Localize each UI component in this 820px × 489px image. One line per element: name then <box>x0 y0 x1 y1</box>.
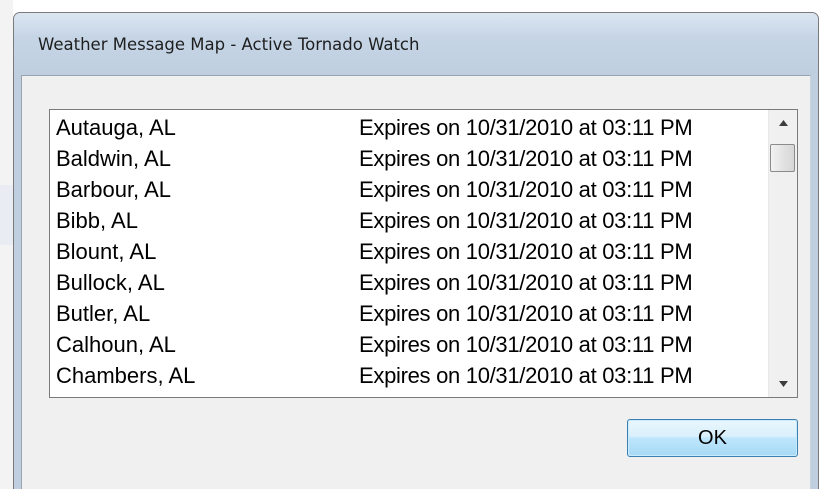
scrollbar-thumb[interactable] <box>770 144 795 172</box>
county-name: Butler, AL <box>56 301 151 326</box>
scroll-down-arrow-icon <box>778 381 788 387</box>
list-item[interactable]: Chambers, AL Expires on 10/31/2010 at 03… <box>50 360 770 391</box>
county-expiration-listbox[interactable]: Autauga, AL Expires on 10/31/2010 at 03:… <box>49 109 798 398</box>
list-item[interactable]: Calhoun, AL Expires on 10/31/2010 at 03:… <box>50 329 770 360</box>
list-rows: Autauga, AL Expires on 10/31/2010 at 03:… <box>50 112 770 391</box>
county-name: Baldwin, AL <box>56 146 171 171</box>
background-window-highlight <box>0 185 13 245</box>
window-title: Weather Message Map - Active Tornado Wat… <box>38 35 420 54</box>
county-name: Chambers, AL <box>56 363 196 388</box>
expiration-text: Expires on 10/31/2010 at 03:11 PM <box>359 332 693 357</box>
list-item[interactable]: Barbour, AL Expires on 10/31/2010 at 03:… <box>50 174 770 205</box>
scroll-up-button[interactable] <box>769 110 797 136</box>
expiration-text: Expires on 10/31/2010 at 03:11 PM <box>359 270 693 295</box>
list-item[interactable]: Baldwin, AL Expires on 10/31/2010 at 03:… <box>50 143 770 174</box>
county-name: Calhoun, AL <box>56 332 176 357</box>
expiration-text: Expires on 10/31/2010 at 03:11 PM <box>359 239 693 264</box>
list-item[interactable]: Bibb, AL Expires on 10/31/2010 at 03:11 … <box>50 205 770 236</box>
title-bar[interactable]: Weather Message Map - Active Tornado Wat… <box>14 13 818 73</box>
ok-button[interactable]: OK <box>627 419 798 457</box>
scroll-down-button[interactable] <box>769 371 797 397</box>
background-window-edge <box>0 0 13 489</box>
dialog-client-area: Autauga, AL Expires on 10/31/2010 at 03:… <box>21 75 811 489</box>
expiration-text: Expires on 10/31/2010 at 03:11 PM <box>359 115 693 140</box>
expiration-text: Expires on 10/31/2010 at 03:11 PM <box>359 177 693 202</box>
list-item[interactable]: Bullock, AL Expires on 10/31/2010 at 03:… <box>50 267 770 298</box>
county-name: Bibb, AL <box>56 208 138 233</box>
scroll-up-arrow-icon <box>778 120 788 126</box>
vertical-scrollbar[interactable] <box>768 110 797 397</box>
expiration-text: Expires on 10/31/2010 at 03:11 PM <box>359 208 693 233</box>
county-name: Autauga, AL <box>56 115 176 140</box>
county-name: Bullock, AL <box>56 270 165 295</box>
expiration-text: Expires on 10/31/2010 at 03:11 PM <box>359 301 693 326</box>
list-item[interactable]: Blount, AL Expires on 10/31/2010 at 03:1… <box>50 236 770 267</box>
expiration-text: Expires on 10/31/2010 at 03:11 PM <box>359 146 693 171</box>
list-item[interactable]: Autauga, AL Expires on 10/31/2010 at 03:… <box>50 112 770 143</box>
list-item[interactable]: Butler, AL Expires on 10/31/2010 at 03:1… <box>50 298 770 329</box>
county-name: Barbour, AL <box>56 177 171 202</box>
county-name: Blount, AL <box>56 239 157 264</box>
expiration-text: Expires on 10/31/2010 at 03:11 PM <box>359 363 693 388</box>
dialog-window: Weather Message Map - Active Tornado Wat… <box>13 12 819 489</box>
